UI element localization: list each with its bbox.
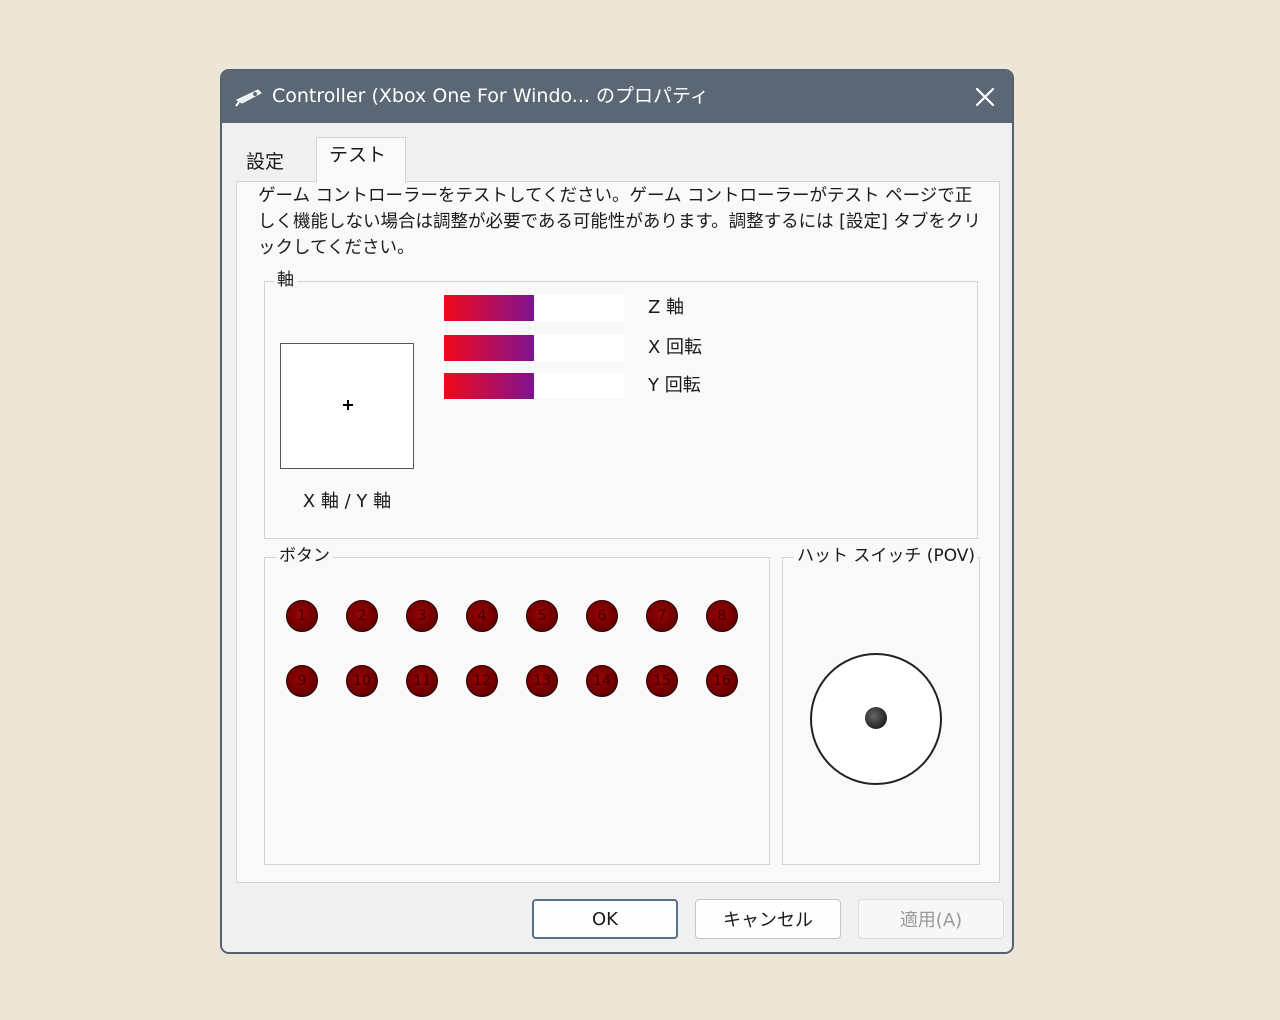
z-axis-bar-fill (444, 295, 534, 321)
ok-button[interactable]: OK (532, 899, 678, 939)
button-indicator-3: 3 (406, 600, 438, 632)
x-rotation-bar (444, 335, 624, 361)
xy-axis-label: X 軸 / Y 軸 (302, 491, 392, 512)
title-bar[interactable]: Controller (Xbox One For Windo... のプロパティ (222, 71, 1012, 123)
y-rotation-bar (444, 373, 624, 399)
xy-axis-display (280, 343, 414, 469)
x-rotation-label: X 回転 (648, 337, 703, 358)
button-indicator-12: 12 (466, 665, 498, 697)
button-indicator-9: 9 (286, 665, 318, 697)
pov-center-dot (865, 707, 887, 729)
buttons-group-label: ボタン (276, 545, 333, 567)
button-indicator-14: 14 (586, 665, 618, 697)
test-description: ゲーム コントローラーをテストしてください。ゲーム コントローラーがテスト ペー… (258, 186, 981, 258)
tab-test[interactable]: テスト (316, 137, 406, 183)
cancel-button[interactable]: キャンセル (695, 899, 841, 939)
button-indicator-11: 11 (406, 665, 438, 697)
game-controller-icon (234, 85, 264, 109)
button-indicator-2: 2 (346, 600, 378, 632)
button-indicator-13: 13 (526, 665, 558, 697)
button-indicator-16: 16 (706, 665, 738, 697)
buttons-group (264, 557, 770, 865)
close-icon[interactable] (968, 80, 1002, 114)
pov-group-label: ハット スイッチ (POV) (794, 545, 979, 567)
x-rotation-bar-fill (444, 335, 534, 361)
z-axis-label: Z 軸 (648, 297, 685, 318)
button-indicator-5: 5 (526, 600, 558, 632)
apply-button[interactable]: 適用(A) (858, 899, 1004, 939)
y-rotation-label: Y 回転 (648, 375, 701, 396)
button-indicator-6: 6 (586, 600, 618, 632)
button-indicator-7: 7 (646, 600, 678, 632)
window-title: Controller (Xbox One For Windo... のプロパティ (272, 85, 709, 107)
tab-settings[interactable]: 設定 (238, 145, 312, 181)
button-indicator-1: 1 (286, 600, 318, 632)
button-indicator-8: 8 (706, 600, 738, 632)
crosshair-icon (343, 400, 353, 410)
button-indicator-15: 15 (646, 665, 678, 697)
controller-properties-dialog: Controller (Xbox One For Windo... のプロパティ… (220, 69, 1014, 954)
button-indicator-10: 10 (346, 665, 378, 697)
y-rotation-bar-fill (444, 373, 534, 399)
axes-group-label: 軸 (274, 269, 297, 291)
button-indicator-4: 4 (466, 600, 498, 632)
z-axis-bar (444, 295, 624, 321)
